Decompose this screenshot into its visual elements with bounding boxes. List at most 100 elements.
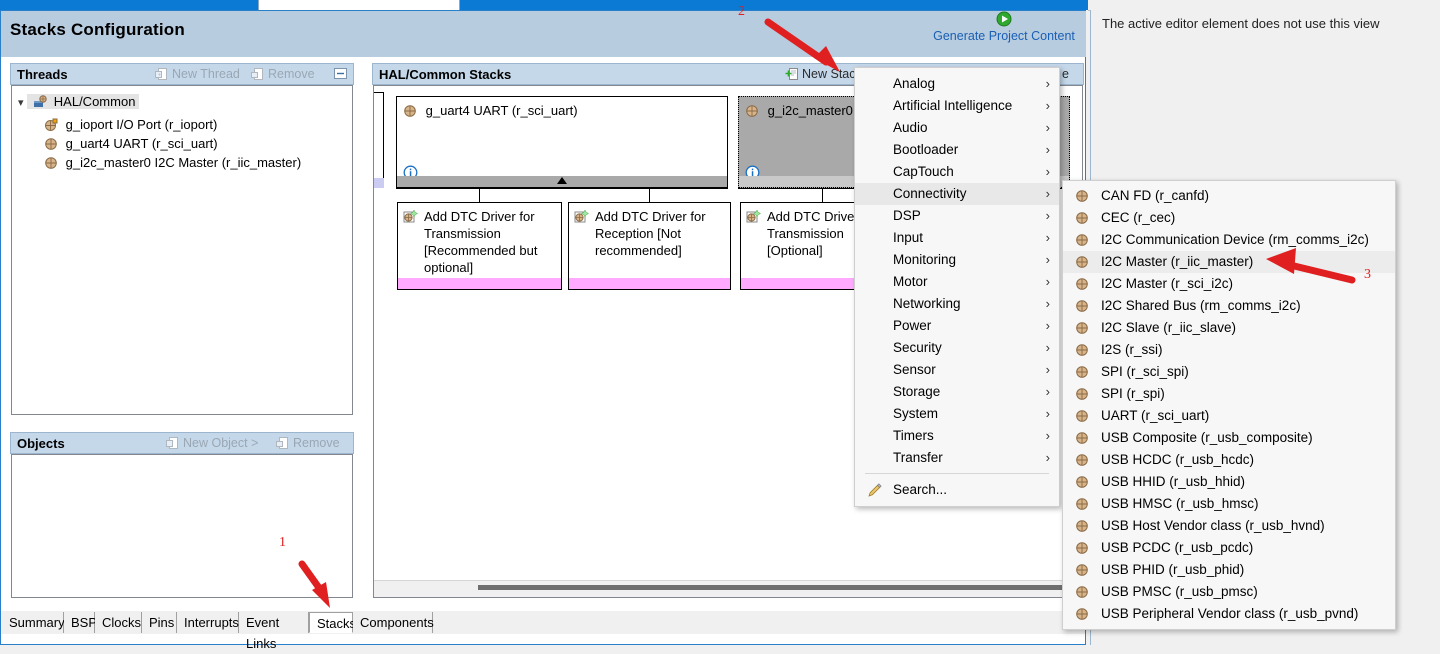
add-module-icon bbox=[403, 209, 419, 227]
tab-bsp[interactable]: BSP bbox=[64, 612, 97, 633]
new-thread-label: New Thread bbox=[172, 67, 240, 81]
menu-item-sensor[interactable]: Sensor › bbox=[855, 359, 1059, 381]
new-stack-context-menu[interactable]: Analog › Artificial Intelligence › Audio › … bbox=[854, 67, 1060, 507]
generate-project-content-button[interactable]: Generate Project Content bbox=[922, 11, 1086, 57]
submenu-item-label: USB Composite (r_usb_composite) bbox=[1101, 430, 1313, 445]
new-thread-button[interactable]: New Thread bbox=[155, 67, 240, 81]
submenu-item-usb-host-vendor-class[interactable]: USB Host Vendor class (r_usb_hvnd) bbox=[1063, 515, 1395, 537]
submenu-item-usb-hmsc[interactable]: USB HMSC (r_usb_hmsc) bbox=[1063, 493, 1395, 515]
expand-triangle-icon[interactable] bbox=[557, 177, 567, 184]
menu-item-system[interactable]: System › bbox=[855, 403, 1059, 425]
stack-box-footer bbox=[397, 176, 727, 187]
connector-line bbox=[822, 188, 823, 202]
menu-item-label: Motor bbox=[893, 274, 928, 289]
stack-box-uart[interactable]: g_uart4 UART (r_sci_uart) bbox=[396, 96, 728, 188]
tree-node-g-ioport[interactable]: g_ioport I/O Port (r_ioport) bbox=[44, 115, 217, 134]
module-box-label: Add DTC Driver for Transmission [Recomme… bbox=[424, 209, 538, 275]
chevron-down-icon[interactable]: ▾ bbox=[18, 97, 24, 109]
submenu-item-uart[interactable]: UART (r_sci_uart) bbox=[1063, 405, 1395, 427]
menu-item-label: Analog bbox=[893, 76, 936, 91]
tab-summary[interactable]: Summary bbox=[2, 612, 65, 633]
submenu-item-can-fd[interactable]: CAN FD (r_canfd) bbox=[1063, 185, 1395, 207]
remove-object-button[interactable]: Remove bbox=[276, 436, 340, 450]
stack-box-partial-footer bbox=[374, 178, 384, 188]
submenu-item-i2c-slave[interactable]: I2C Slave (r_iic_slave) bbox=[1063, 317, 1395, 339]
menu-item-motor[interactable]: Motor › bbox=[855, 271, 1059, 293]
remove-thread-button[interactable]: Remove bbox=[251, 67, 315, 81]
collapse-all-icon[interactable] bbox=[333, 66, 348, 84]
module-box-footer bbox=[398, 278, 561, 289]
generate-project-content-label: Generate Project Content bbox=[933, 29, 1075, 43]
chevron-right-icon: › bbox=[1045, 318, 1050, 333]
connector-line bbox=[649, 188, 650, 202]
play-circle-icon bbox=[996, 11, 1012, 30]
submenu-item-label: CEC (r_cec) bbox=[1101, 210, 1176, 225]
tree-node-hal-common[interactable]: ▾ HAL/Common bbox=[18, 92, 140, 111]
remove-stack-button[interactable]: e bbox=[1062, 67, 1069, 81]
submenu-item-label: I2C Master (r_iic_master) bbox=[1101, 254, 1254, 269]
menu-item-artificial-intelligence[interactable]: Artificial Intelligence › bbox=[855, 95, 1059, 117]
new-object-label: New Object > bbox=[183, 436, 259, 450]
chevron-right-icon: › bbox=[1045, 164, 1050, 179]
stack-box-title: g_uart4 UART (r_sci_uart) bbox=[425, 103, 578, 118]
menu-item-label: Monitoring bbox=[893, 252, 957, 267]
menu-item-timers[interactable]: Timers › bbox=[855, 425, 1059, 447]
stack-box-partial[interactable] bbox=[374, 92, 384, 188]
menu-item-input[interactable]: Input › bbox=[855, 227, 1059, 249]
submenu-item-usb-composite[interactable]: USB Composite (r_usb_composite) bbox=[1063, 427, 1395, 449]
add-module-icon bbox=[746, 209, 762, 227]
stacks-horizontal-scrollbar-thumb[interactable] bbox=[478, 585, 1078, 590]
remove-object-label: Remove bbox=[293, 436, 340, 450]
submenu-item-label: I2C Slave (r_iic_slave) bbox=[1101, 320, 1237, 335]
tab-clocks[interactable]: Clocks bbox=[95, 612, 142, 633]
menu-item-label: Bootloader bbox=[893, 142, 959, 157]
menu-item-audio[interactable]: Audio › bbox=[855, 117, 1059, 139]
chevron-right-icon: › bbox=[1045, 230, 1050, 245]
tab-pins[interactable]: Pins bbox=[142, 612, 177, 633]
submenu-item-i2s[interactable]: I2S (r_ssi) bbox=[1063, 339, 1395, 361]
menu-item-networking[interactable]: Networking › bbox=[855, 293, 1059, 315]
submenu-item-usb-pcdc[interactable]: USB PCDC (r_usb_pcdc) bbox=[1063, 537, 1395, 559]
module-box-dtc-tx[interactable]: Add DTC Driver for Transmission [Recomme… bbox=[397, 202, 562, 290]
top-tab-active[interactable] bbox=[258, 0, 460, 10]
chevron-right-icon: › bbox=[1045, 142, 1050, 157]
submenu-item-spi-sci[interactable]: SPI (r_sci_spi) bbox=[1063, 361, 1395, 383]
submenu-item-spi[interactable]: SPI (r_spi) bbox=[1063, 383, 1395, 405]
chevron-right-icon: › bbox=[1045, 384, 1050, 399]
tab-label: Components bbox=[360, 615, 434, 630]
submenu-item-usb-phid[interactable]: USB PHID (r_usb_phid) bbox=[1063, 559, 1395, 581]
tree-node-g-uart4[interactable]: g_uart4 UART (r_sci_uart) bbox=[44, 134, 218, 153]
menu-item-captouch[interactable]: CapTouch › bbox=[855, 161, 1059, 183]
tab-interrupts[interactable]: Interrupts bbox=[177, 612, 239, 633]
submenu-item-usb-pmsc[interactable]: USB PMSC (r_usb_pmsc) bbox=[1063, 581, 1395, 603]
submenu-item-label: SPI (r_spi) bbox=[1101, 386, 1165, 401]
stack-box-header: g_uart4 UART (r_sci_uart) bbox=[397, 97, 727, 118]
submenu-item-label: USB PCDC (r_usb_pcdc) bbox=[1101, 540, 1254, 555]
menu-item-dsp[interactable]: DSP › bbox=[855, 205, 1059, 227]
annotation-number-3: 3 bbox=[1364, 267, 1371, 282]
submenu-item-usb-hcdc[interactable]: USB HCDC (r_usb_hcdc) bbox=[1063, 449, 1395, 471]
menu-item-label: Connectivity bbox=[893, 186, 967, 201]
submenu-item-cec[interactable]: CEC (r_cec) bbox=[1063, 207, 1395, 229]
menu-item-monitoring[interactable]: Monitoring › bbox=[855, 249, 1059, 271]
module-box-dtc-rx[interactable]: Add DTC Driver for Reception [Not recomm… bbox=[568, 202, 731, 290]
menu-item-analog[interactable]: Analog › bbox=[855, 73, 1059, 95]
menu-item-transfer[interactable]: Transfer › bbox=[855, 447, 1059, 469]
menu-item-bootloader[interactable]: Bootloader › bbox=[855, 139, 1059, 161]
menu-item-storage[interactable]: Storage › bbox=[855, 381, 1059, 403]
new-object-button[interactable]: New Object > bbox=[166, 436, 258, 450]
menu-item-connectivity[interactable]: Connectivity › bbox=[855, 183, 1059, 205]
submenu-item-usb-peripheral-vendor-class[interactable]: USB Peripheral Vendor class (r_usb_pvnd) bbox=[1063, 603, 1395, 625]
page-title: Stacks Configuration bbox=[10, 20, 185, 39]
tree-node-g-i2c-master0[interactable]: g_i2c_master0 I2C Master (r_iic_master) bbox=[44, 153, 301, 172]
submenu-item-usb-hhid[interactable]: USB HHID (r_usb_hhid) bbox=[1063, 471, 1395, 493]
menu-item-security[interactable]: Security › bbox=[855, 337, 1059, 359]
search-pencil-icon bbox=[867, 482, 883, 506]
menu-item-power[interactable]: Power › bbox=[855, 315, 1059, 337]
submenu-item-i2c-shared-bus[interactable]: I2C Shared Bus (rm_comms_i2c) bbox=[1063, 295, 1395, 317]
menu-item-label: CapTouch bbox=[893, 164, 954, 179]
menu-item-label: Search... bbox=[893, 482, 948, 497]
chevron-right-icon: › bbox=[1045, 274, 1050, 289]
menu-item-search[interactable]: Search... bbox=[855, 478, 1059, 502]
tab-components[interactable]: Components bbox=[353, 612, 434, 633]
